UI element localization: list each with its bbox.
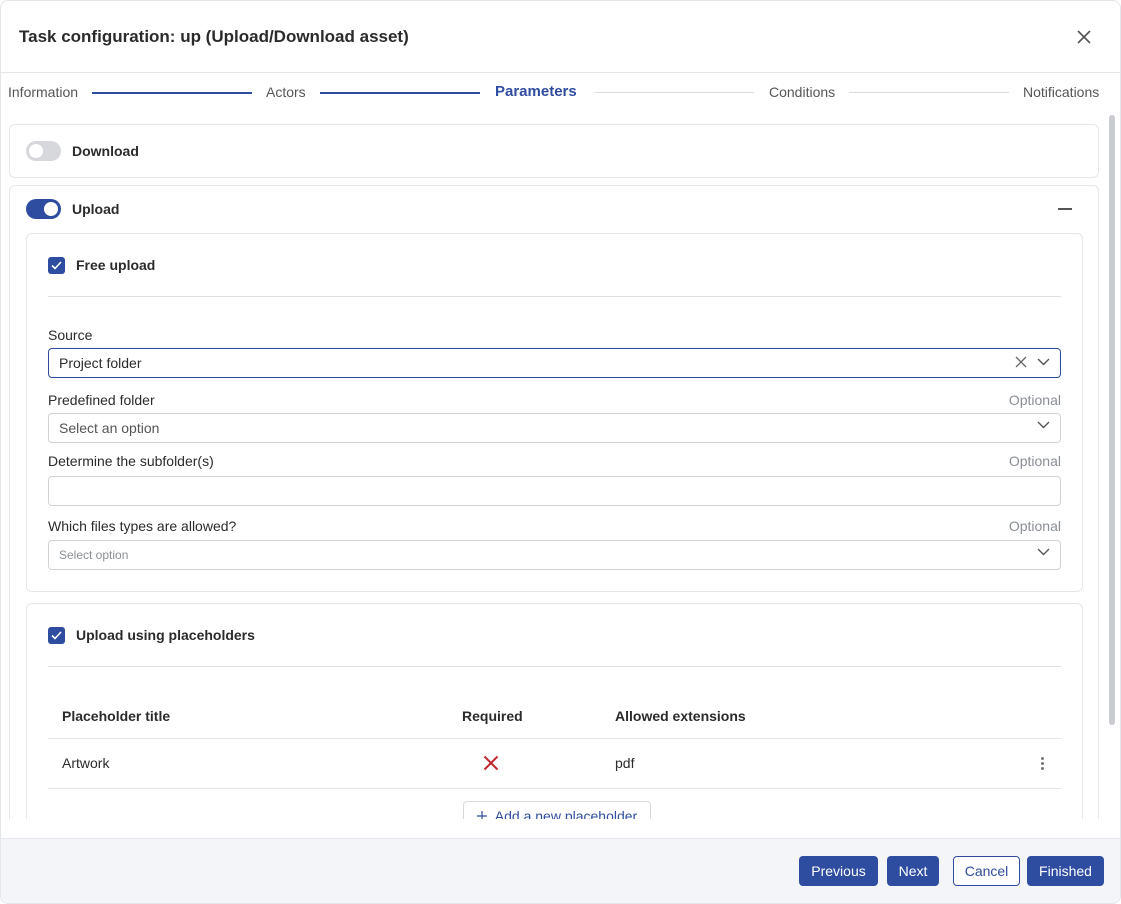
optional-label: Optional xyxy=(1008,453,1061,469)
placeholders-section: Upload using placeholders Placeholder ti… xyxy=(26,603,1083,819)
previous-button[interactable]: Previous xyxy=(799,856,878,886)
column-header-title: Placeholder title xyxy=(48,694,448,739)
step-notifications[interactable]: Notifications xyxy=(1023,84,1099,100)
wizard-stepper: Information Actors Parameters Conditions… xyxy=(1,73,1120,113)
dialog-footer: Previous Next Cancel Finished xyxy=(1,838,1120,903)
cross-icon xyxy=(483,755,499,771)
file-types-placeholder: Select option xyxy=(59,548,129,562)
source-value: Project folder xyxy=(59,355,142,371)
plus-icon xyxy=(476,811,487,819)
divider xyxy=(48,666,1061,667)
table-header-row: Placeholder title Required Allowed exten… xyxy=(48,694,1061,739)
placeholder-extensions-cell: pdf xyxy=(601,738,1001,789)
add-placeholder-label: Add a new placeholder xyxy=(494,808,638,819)
placeholders-label: Upload using placeholders xyxy=(76,627,255,643)
source-select[interactable]: Project folder xyxy=(48,348,1061,378)
cancel-button[interactable]: Cancel xyxy=(953,856,1020,886)
placeholders-table: Placeholder title Required Allowed exten… xyxy=(48,694,1061,789)
chevron-down-icon[interactable] xyxy=(1037,358,1050,366)
optional-label: Optional xyxy=(1008,392,1061,408)
free-upload-label: Free upload xyxy=(76,257,156,273)
download-card: Download xyxy=(9,124,1099,178)
placeholder-title-cell: Artwork xyxy=(48,738,448,789)
finished-button[interactable]: Finished xyxy=(1027,856,1104,886)
step-connector xyxy=(320,92,480,94)
file-types-field: Which files types are allowed? Optional … xyxy=(48,518,1061,570)
table-row: Artwork pdf xyxy=(48,738,1061,789)
subfolder-label: Determine the subfolder(s) xyxy=(48,453,214,469)
column-header-required: Required xyxy=(448,694,601,739)
step-actors[interactable]: Actors xyxy=(266,84,306,100)
add-placeholder-button[interactable]: Add a new placeholder xyxy=(463,801,651,819)
step-conditions[interactable]: Conditions xyxy=(769,84,835,100)
upload-label: Upload xyxy=(72,201,120,217)
file-types-select[interactable]: Select option xyxy=(48,540,1061,570)
chevron-down-icon[interactable] xyxy=(1037,421,1050,429)
task-configuration-dialog: Task configuration: up (Upload/Download … xyxy=(0,0,1121,904)
step-connector xyxy=(92,92,252,94)
placeholders-checkbox[interactable] xyxy=(48,626,65,644)
clear-icon[interactable] xyxy=(1015,356,1027,368)
predefined-folder-field: Predefined folder Optional Select an opt… xyxy=(48,392,1061,443)
dialog-title: Task configuration: up (Upload/Download … xyxy=(19,26,409,46)
optional-label: Optional xyxy=(1008,518,1061,534)
file-types-label: Which files types are allowed? xyxy=(48,518,237,534)
check-icon xyxy=(51,260,62,270)
step-connector xyxy=(849,92,1009,93)
row-actions-icon[interactable] xyxy=(1037,756,1047,770)
divider xyxy=(48,296,1061,297)
close-button[interactable] xyxy=(1072,25,1096,49)
check-icon xyxy=(51,630,62,640)
upload-toggle[interactable] xyxy=(26,199,61,219)
predefined-folder-placeholder: Select an option xyxy=(59,420,160,436)
column-header-extensions: Allowed extensions xyxy=(601,694,1001,739)
chevron-down-icon[interactable] xyxy=(1037,548,1050,556)
next-button[interactable]: Next xyxy=(887,856,939,886)
scrollbar[interactable] xyxy=(1108,115,1116,815)
parameters-content: Download Upload Free upload Source Proje… xyxy=(1,113,1107,819)
source-label: Source xyxy=(48,327,93,343)
predefined-folder-select[interactable]: Select an option xyxy=(48,413,1061,443)
subfolder-field: Determine the subfolder(s) Optional xyxy=(48,453,1061,506)
download-label: Download xyxy=(72,143,139,159)
scrollbar-thumb[interactable] xyxy=(1109,115,1115,725)
dialog-header: Task configuration: up (Upload/Download … xyxy=(1,1,1120,73)
free-upload-checkbox[interactable] xyxy=(48,256,65,274)
source-field: Source Project folder xyxy=(48,327,1061,378)
step-information[interactable]: Information xyxy=(8,84,78,100)
collapse-icon[interactable] xyxy=(1058,208,1072,210)
predefined-folder-label: Predefined folder xyxy=(48,392,155,408)
close-icon xyxy=(1077,29,1091,44)
subfolder-input[interactable] xyxy=(48,476,1061,506)
upload-card: Upload Free upload Source Project folder xyxy=(9,185,1099,819)
download-toggle[interactable] xyxy=(26,141,61,161)
free-upload-section: Free upload Source Project folder Predef… xyxy=(26,233,1083,592)
placeholder-required-cell xyxy=(448,738,601,789)
step-parameters[interactable]: Parameters xyxy=(495,83,577,100)
step-connector xyxy=(595,92,754,93)
